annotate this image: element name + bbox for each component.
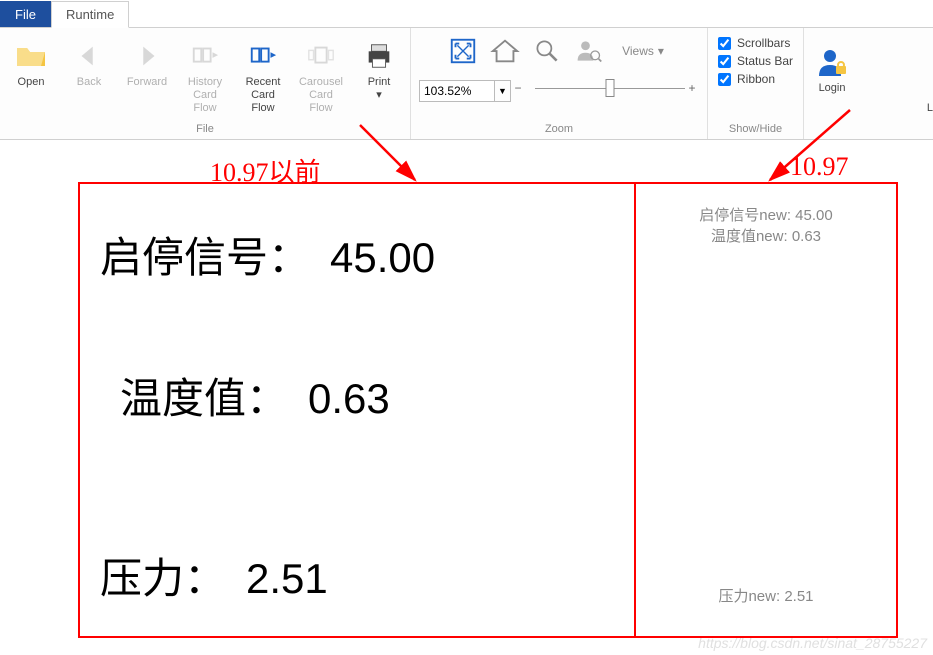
open-button[interactable]: Open [2,38,60,106]
scrollbars-check-input[interactable] [718,37,731,50]
arrow-right-icon [131,40,163,72]
forward-label: Forward [127,76,167,104]
ribbon-group-showhide: Scrollbars Status Bar Ribbon Show/Hide [708,28,804,139]
ribbon-group-zoom: Views ▾ ▼ − + Zoom [411,28,708,139]
ribbon-chk-label: Ribbon [737,72,775,86]
open-folder-icon [15,40,47,72]
login-user-icon [816,46,848,78]
history-cardflow-icon [189,40,221,72]
carousel-cardflow-icon [305,40,337,72]
zoom-slider-thumb[interactable] [606,79,615,97]
pressure-label: 压力： [100,545,226,606]
recent-cardflow-icon [247,40,279,72]
zoom-input-wrap: ▼ [419,80,511,102]
zoom-dropdown-button[interactable]: ▼ [495,80,511,102]
temp-value: 0.63 [308,375,390,423]
back-button: Back [60,38,118,106]
tab-bar: File Runtime [0,0,933,28]
new-version-column: 启停信号new: 45.00 温度值new: 0.63 压力new: 2.51 [636,184,896,636]
zoom-slider[interactable] [535,77,685,99]
ribbon-checkbox[interactable]: Ribbon [718,70,775,88]
zoom-user-button[interactable] [572,34,606,68]
scrollbars-checkbox[interactable]: Scrollbars [718,34,790,52]
open-label: Open [18,76,45,104]
login-button[interactable]: Login [806,38,858,94]
views-label: Views [622,44,654,58]
zoom-plus[interactable]: + [685,81,699,95]
zoom-group-label: Zoom [545,121,573,139]
ribbon: Open Back Forward History Card Flow [0,28,933,140]
print-button[interactable]: Print▾ [350,38,408,106]
history-cardflow-label: History Card Flow [180,76,230,116]
login-label: Login [819,82,846,94]
zoom-magnify-button[interactable] [530,34,564,68]
chevron-down-icon: ▼ [498,86,507,96]
ribbon-group-login: Login [804,28,860,139]
statusbar-check-input[interactable] [718,55,731,68]
small-row-pressure: 压力new: 2.51 [646,585,886,606]
temp-label: 温度值： [120,365,288,426]
signal-value: 45.00 [330,234,435,282]
arrow-left-icon [73,40,105,72]
statusbar-checkbox[interactable]: Status Bar [718,52,793,70]
file-group-label: File [196,121,214,139]
cutoff-text: L [927,102,933,114]
zoom-fit-button[interactable] [446,34,480,68]
zoom-input[interactable] [419,80,495,102]
print-icon [363,40,395,72]
scrollbars-label: Scrollbars [737,36,790,50]
ribbon-check-input[interactable] [718,73,731,86]
watermark: https://blog.csdn.net/sinat_28755227 [698,635,927,651]
views-button[interactable]: Views ▾ [614,38,672,64]
zoom-buttons-row: Views ▾ [446,34,672,68]
carousel-cardflow-label: Carousel Card Flow [296,76,346,116]
data-row-signal: 启停信号： 45.00 [100,224,614,285]
small-row-signal: 启停信号new: 45.00 [646,204,886,225]
back-label: Back [77,76,101,104]
chevron-down-icon: ▾ [376,89,382,101]
chevron-down-icon: ▾ [658,44,664,58]
tab-file[interactable]: File [0,1,51,27]
signal-label: 启停信号： [100,224,310,285]
recent-cardflow-button[interactable]: Recent Card Flow [234,38,292,118]
recent-cardflow-label: Recent Card Flow [238,76,288,116]
ribbon-group-file: Open Back Forward History Card Flow [0,28,411,139]
carousel-cardflow-button: Carousel Card Flow [292,38,350,118]
print-label: Print▾ [368,76,391,104]
pressure-value: 2.51 [246,555,328,603]
annotation-right: 10.97 [790,152,849,182]
forward-button: Forward [118,38,176,106]
data-row-pressure: 压力： 2.51 [100,545,614,606]
tab-runtime[interactable]: Runtime [51,1,129,28]
small-row-temp: 温度值new: 0.63 [646,225,886,246]
showhide-group-label: Show/Hide [729,121,782,139]
comparison-box: 启停信号： 45.00 温度值： 0.63 压力： 2.51 启停信号new: … [78,182,898,638]
old-version-column: 启停信号： 45.00 温度值： 0.63 压力： 2.51 [80,184,636,636]
data-row-temp: 温度值： 0.63 [100,365,614,426]
zoom-home-button[interactable] [488,34,522,68]
statusbar-label: Status Bar [737,54,793,68]
zoom-minus[interactable]: − [511,81,525,95]
history-cardflow-button: History Card Flow [176,38,234,118]
